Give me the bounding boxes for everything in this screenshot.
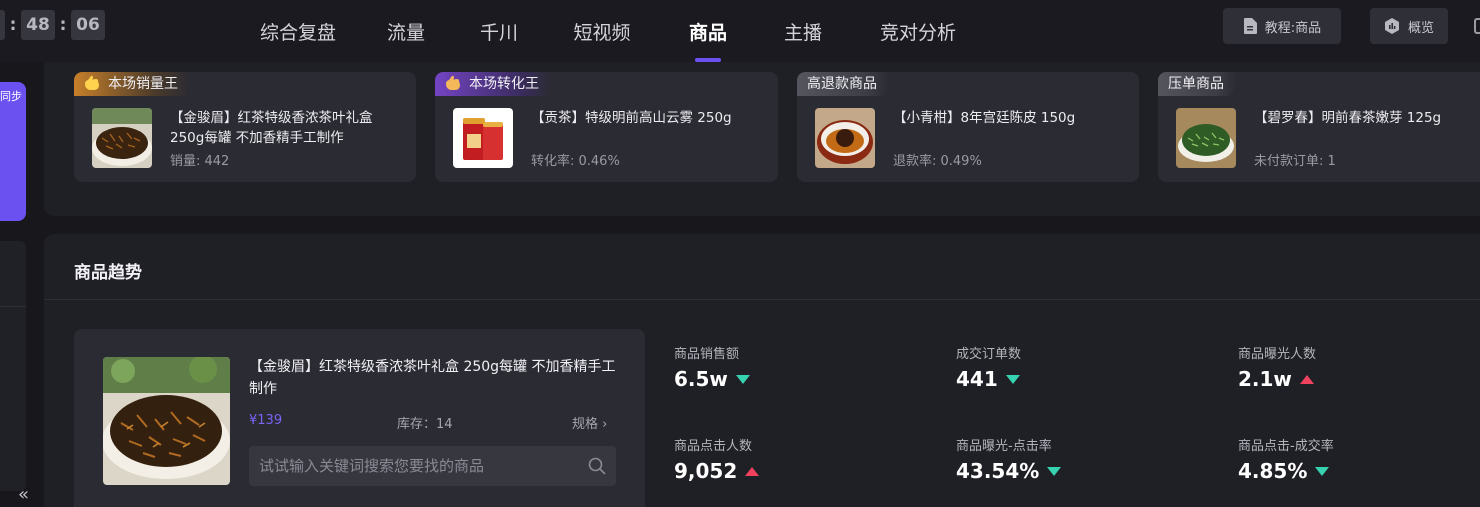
tab-traffic[interactable]: 流量 (360, 0, 452, 62)
search-icon[interactable] (588, 457, 606, 475)
product-stat: 未付款订单: 1 (1254, 154, 1336, 169)
product-stat: 销量: 442 (170, 154, 230, 169)
tab-qianchuan[interactable]: 千川 (452, 0, 546, 62)
metric-value: 4.85% (1238, 459, 1308, 483)
metric-label: 商品曝光人数 (1238, 347, 1317, 362)
metric-label: 成交订单数 (956, 347, 1022, 362)
sync-side-tab-label: 同步 (0, 90, 22, 103)
product-card-top-sales[interactable]: 本场销量王 【金骏眉】红茶特级香浓茶叶礼盒250g每罐 不加香精手工制作 销量:… (74, 72, 416, 182)
product-card-pending-orders[interactable]: 压单商品 【碧罗春】明前春茶嫩芽 125g 未付款订单: 1 (1158, 72, 1480, 182)
tab-products[interactable]: 商品 (658, 0, 758, 62)
metric-label: 商品点击-成交率 (1238, 439, 1334, 454)
tag-top-conversion: 本场转化王 (435, 72, 551, 96)
tag-label: 压单商品 (1168, 76, 1224, 92)
metric-label: 商品销售额 (674, 347, 740, 362)
document-icon (1243, 18, 1257, 34)
product-name: 【小青柑】8年宫廷陈皮 150g (893, 110, 1076, 126)
tab-overall-review[interactable]: 综合复盘 (236, 0, 360, 62)
black-tea-image (103, 357, 230, 485)
tutorial-button[interactable]: 教程:商品 (1223, 8, 1341, 44)
overview-button-label: 概览 (1407, 20, 1434, 36)
main-nav: 综合复盘 流量 千川 短视频 商品 主播 竞对分析 (236, 0, 988, 62)
trend-up-icon (745, 466, 760, 476)
product-stock: 库存：14 (397, 417, 453, 432)
tag-high-refund: 高退款商品 (797, 72, 889, 96)
section-title: 商品趋势 (74, 263, 142, 283)
trend-down-icon (1315, 466, 1330, 476)
timer-seconds: 06 (71, 10, 105, 40)
collapse-sidebar-icon[interactable]: « (18, 484, 29, 505)
selected-product-name: 【金骏眉】红茶特级香浓茶叶礼盒 250g每罐 不加香精手工制作 (249, 359, 616, 397)
metric-label: 商品点击人数 (674, 439, 753, 454)
product-card-high-refund[interactable]: 高退款商品 【小青柑】8年宫廷陈皮 150g 退款率: 0.49% (797, 72, 1139, 182)
tag-pending-orders: 压单商品 (1158, 72, 1236, 96)
metric-value: 6.5w (674, 367, 728, 391)
product-stat: 退款率: 0.49% (893, 154, 982, 169)
product-name: 【贡茶】特级明前高山云雾 250g (531, 110, 732, 126)
tea-can-image (453, 108, 513, 168)
trend-down-icon (1047, 466, 1062, 476)
timer-separator: : (59, 15, 67, 35)
trend-down-icon (735, 374, 750, 384)
trend-up-icon (1299, 374, 1314, 384)
section-divider (44, 299, 1480, 300)
black-tea-image (92, 108, 152, 168)
metric-order-count: 成交订单数 441 (956, 343, 1021, 391)
metric-click-conversion-rate: 商品点击-成交率 4.85% (1238, 435, 1334, 483)
metric-value: 43.54% (956, 459, 1040, 483)
tutorial-button-label: 教程:商品 (1264, 20, 1322, 36)
product-search-input[interactable] (249, 446, 579, 486)
metric-exposure-users: 商品曝光人数 2.1w (1238, 343, 1316, 391)
tag-top-sales: 本场销量王 (74, 72, 190, 96)
product-card-top-conversion[interactable]: 本场转化王 【贡茶】特级明前高山云雾 250g 转化率: 0.46% (435, 72, 778, 182)
chevron-right-icon: › (602, 417, 608, 432)
metric-value: 2.1w (1238, 367, 1292, 391)
overview-button[interactable]: 概览 (1370, 8, 1448, 44)
tag-label: 本场转化王 (469, 76, 539, 92)
thumb-hand-icon (446, 75, 460, 90)
green-tea-image (1176, 108, 1236, 168)
timer-minutes: 48 (21, 10, 55, 40)
tab-short-video[interactable]: 短视频 (546, 0, 658, 62)
top-bar: : 48 : 06 综合复盘 流量 千川 短视频 商品 主播 竞对分析 教程:商… (0, 0, 1480, 62)
tag-label: 高退款商品 (807, 76, 877, 92)
sync-side-tab[interactable]: 同步 (0, 82, 26, 221)
spec-label: 规格 (572, 417, 599, 432)
product-name: 【金骏眉】红茶特级香浓茶叶礼盒250g每罐 不加香精手工制作 (170, 110, 373, 146)
thumb-hand-icon (85, 75, 99, 90)
tea-cup-image (815, 108, 875, 168)
metric-click-users: 商品点击人数 9,052 (674, 435, 760, 483)
product-stat: 转化率: 0.46% (531, 154, 620, 169)
tab-competitor-analysis[interactable]: 竞对分析 (848, 0, 988, 62)
metric-exposure-click-rate: 商品曝光-点击率 43.54% (956, 435, 1062, 483)
product-search-box (249, 446, 616, 486)
tag-label: 本场销量王 (108, 76, 178, 92)
product-spec-link[interactable]: 规格 › (572, 413, 607, 432)
left-panel-divider (0, 306, 26, 307)
live-timer: : 48 : 06 (0, 10, 105, 40)
metric-label: 商品曝光-点击率 (956, 439, 1052, 454)
trend-down-icon (1005, 374, 1020, 384)
tab-anchor[interactable]: 主播 (758, 0, 848, 62)
overview-chart-icon (1384, 18, 1399, 34)
timer-separator: : (9, 15, 17, 35)
metric-sales-amount: 商品销售额 6.5w (674, 343, 750, 391)
fullscreen-icon[interactable] (1474, 18, 1480, 34)
metric-value: 441 (956, 367, 998, 391)
left-side-panel (0, 241, 26, 491)
product-price: ¥139 (249, 413, 283, 428)
metric-value: 9,052 (674, 459, 738, 483)
product-name: 【碧罗春】明前春茶嫩芽 125g (1254, 110, 1442, 126)
